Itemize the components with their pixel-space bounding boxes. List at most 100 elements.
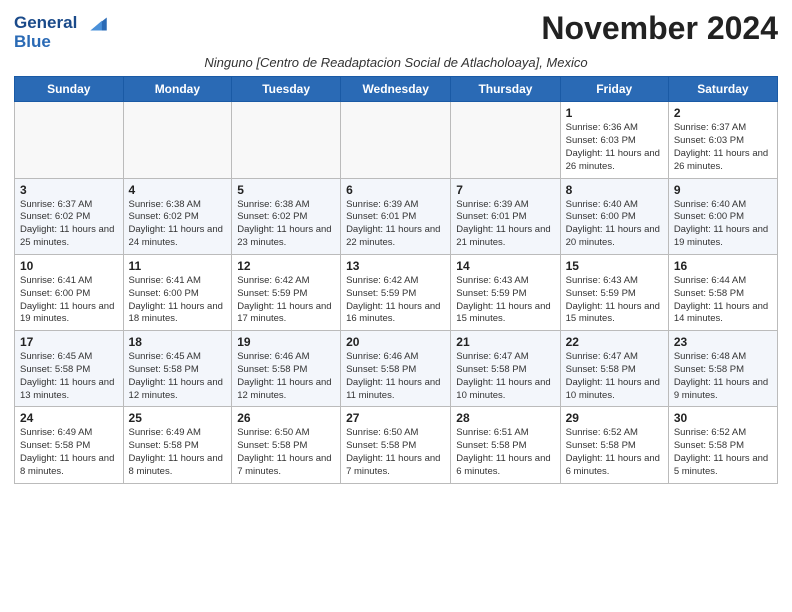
day-cell: 4 Sunrise: 6:38 AMSunset: 6:02 PMDaylight… [123,178,232,254]
day-cell: 27Sunrise: 6:50 AMSunset: 5:58 PMDayligh… [341,407,451,483]
day-cell: 15 Sunrise: 6:43 AMSunset: 5:59 PMDayligh… [560,254,668,330]
day-cell [15,102,124,178]
logo-text-block: General Blue [14,14,110,51]
day-number: 20 [346,335,445,349]
calendar-body: 1 Sunrise: 6:36 AMSunset: 6:03 PMDaylight… [15,102,778,483]
day-number: 9 [674,183,772,197]
day-cell: 14Sunrise: 6:43 AMSunset: 5:59 PMDayligh… [451,254,560,330]
day-info: Sunrise: 6:46 AMSunset: 5:58 PMDaylight:… [346,351,445,402]
day-number: 25 [129,411,227,425]
week-row-2: 3 Sunrise: 6:37 AMSunset: 6:02 PMDaylight… [15,178,778,254]
day-info: Sunrise: 6:45 AMSunset: 5:58 PMDaylight:… [20,351,118,402]
day-info: Sunrise: 6:49 AMSunset: 5:58 PMDaylight:… [129,427,227,478]
day-info: Sunrise: 6:47 AMSunset: 5:58 PMDaylight:… [456,351,554,402]
day-cell [451,102,560,178]
day-info: Sunrise: 6:40 AMSunset: 6:00 PMDaylight:… [674,199,772,250]
day-info: Sunrise: 6:50 AMSunset: 5:58 PMDaylight:… [346,427,445,478]
header-row: General Blue November 2024 [14,10,778,51]
day-cell: 16Sunrise: 6:44 AMSunset: 5:58 PMDayligh… [668,254,777,330]
day-number: 13 [346,259,445,273]
month-title: November 2024 [110,10,778,47]
day-number: 22 [566,335,663,349]
day-number: 12 [237,259,335,273]
weekday-header-tuesday: Tuesday [232,77,341,102]
day-info: Sunrise: 6:48 AMSunset: 5:58 PMDaylight:… [674,351,772,402]
day-info: Sunrise: 6:43 AMSunset: 5:59 PMDaylight:… [566,275,663,326]
day-info: Sunrise: 6:50 AMSunset: 5:58 PMDaylight:… [237,427,335,478]
day-number: 14 [456,259,554,273]
day-number: 1 [566,106,663,120]
weekday-header-monday: Monday [123,77,232,102]
day-cell: 1 Sunrise: 6:36 AMSunset: 6:03 PMDaylight… [560,102,668,178]
day-cell: 7 Sunrise: 6:39 AMSunset: 6:01 PMDaylight… [451,178,560,254]
day-cell [341,102,451,178]
weekday-header-wednesday: Wednesday [341,77,451,102]
page: General Blue November 2024 Ninguno [Cent… [0,0,792,494]
day-info: Sunrise: 6:38 AMSunset: 6:02 PMDaylight:… [237,199,335,250]
day-cell: 10 Sunrise: 6:41 AMSunset: 6:00 PMDayligh… [15,254,124,330]
day-info: Sunrise: 6:52 AMSunset: 5:58 PMDaylight:… [566,427,663,478]
day-info: Sunrise: 6:51 AMSunset: 5:58 PMDaylight:… [456,427,554,478]
day-cell: 18 Sunrise: 6:45 AMSunset: 5:58 PMDayligh… [123,331,232,407]
day-number: 7 [456,183,554,197]
day-cell: 22 Sunrise: 6:47 AMSunset: 5:58 PMDayligh… [560,331,668,407]
day-cell: 20 Sunrise: 6:46 AMSunset: 5:58 PMDayligh… [341,331,451,407]
day-info: Sunrise: 6:37 AMSunset: 6:02 PMDaylight:… [20,199,118,250]
day-number: 28 [456,411,554,425]
weekday-header-sunday: Sunday [15,77,124,102]
day-info: Sunrise: 6:47 AMSunset: 5:58 PMDaylight:… [566,351,663,402]
day-info: Sunrise: 6:45 AMSunset: 5:58 PMDaylight:… [129,351,227,402]
day-number: 15 [566,259,663,273]
day-number: 6 [346,183,445,197]
logo-text: General Blue [14,14,110,51]
week-row-4: 17 Sunrise: 6:45 AMSunset: 5:58 PMDayligh… [15,331,778,407]
subtitle: Ninguno [Centro de Readaptacion Social d… [14,55,778,70]
calendar-header: SundayMondayTuesdayWednesdayThursdayFrid… [15,77,778,102]
day-number: 29 [566,411,663,425]
day-number: 26 [237,411,335,425]
day-cell: 28 Sunrise: 6:51 AMSunset: 5:58 PMDayligh… [451,407,560,483]
day-number: 17 [20,335,118,349]
day-info: Sunrise: 6:36 AMSunset: 6:03 PMDaylight:… [566,122,663,173]
day-info: Sunrise: 6:41 AMSunset: 6:00 PMDaylight:… [129,275,227,326]
day-number: 4 [129,183,227,197]
day-number: 30 [674,411,772,425]
day-cell: 26 Sunrise: 6:50 AMSunset: 5:58 PMDayligh… [232,407,341,483]
day-info: Sunrise: 6:42 AMSunset: 5:59 PMDaylight:… [346,275,445,326]
day-number: 3 [20,183,118,197]
day-info: Sunrise: 6:52 AMSunset: 5:58 PMDaylight:… [674,427,772,478]
day-number: 8 [566,183,663,197]
weekday-header-row: SundayMondayTuesdayWednesdayThursdayFrid… [15,77,778,102]
day-cell: 19 Sunrise: 6:46 AMSunset: 5:58 PMDayligh… [232,331,341,407]
day-number: 18 [129,335,227,349]
day-cell: 6 Sunrise: 6:39 AMSunset: 6:01 PMDaylight… [341,178,451,254]
day-number: 10 [20,259,118,273]
day-cell: 30 Sunrise: 6:52 AMSunset: 5:58 PMDayligh… [668,407,777,483]
day-info: Sunrise: 6:38 AMSunset: 6:02 PMDaylight:… [129,199,227,250]
day-number: 21 [456,335,554,349]
day-number: 2 [674,106,772,120]
day-info: Sunrise: 6:39 AMSunset: 6:01 PMDaylight:… [346,199,445,250]
day-number: 19 [237,335,335,349]
day-cell: 9 Sunrise: 6:40 AMSunset: 6:00 PMDaylight… [668,178,777,254]
weekday-header-friday: Friday [560,77,668,102]
day-info: Sunrise: 6:42 AMSunset: 5:59 PMDaylight:… [237,275,335,326]
day-cell: 29 Sunrise: 6:52 AMSunset: 5:58 PMDayligh… [560,407,668,483]
day-cell: 2Sunrise: 6:37 AMSunset: 6:03 PMDaylight… [668,102,777,178]
day-cell: 5 Sunrise: 6:38 AMSunset: 6:02 PMDaylight… [232,178,341,254]
day-info: Sunrise: 6:46 AMSunset: 5:58 PMDaylight:… [237,351,335,402]
day-info: Sunrise: 6:39 AMSunset: 6:01 PMDaylight:… [456,199,554,250]
day-info: Sunrise: 6:40 AMSunset: 6:00 PMDaylight:… [566,199,663,250]
day-cell [123,102,232,178]
day-cell: 23 Sunrise: 6:48 AMSunset: 5:58 PMDayligh… [668,331,777,407]
day-number: 5 [237,183,335,197]
weekday-header-thursday: Thursday [451,77,560,102]
week-row-5: 24Sunrise: 6:49 AMSunset: 5:58 PMDayligh… [15,407,778,483]
day-cell: 11 Sunrise: 6:41 AMSunset: 6:00 PMDayligh… [123,254,232,330]
day-number: 23 [674,335,772,349]
day-cell [232,102,341,178]
day-cell: 8 Sunrise: 6:40 AMSunset: 6:00 PMDaylight… [560,178,668,254]
day-number: 11 [129,259,227,273]
calendar: SundayMondayTuesdayWednesdayThursdayFrid… [14,76,778,483]
day-info: Sunrise: 6:41 AMSunset: 6:00 PMDaylight:… [20,275,118,326]
